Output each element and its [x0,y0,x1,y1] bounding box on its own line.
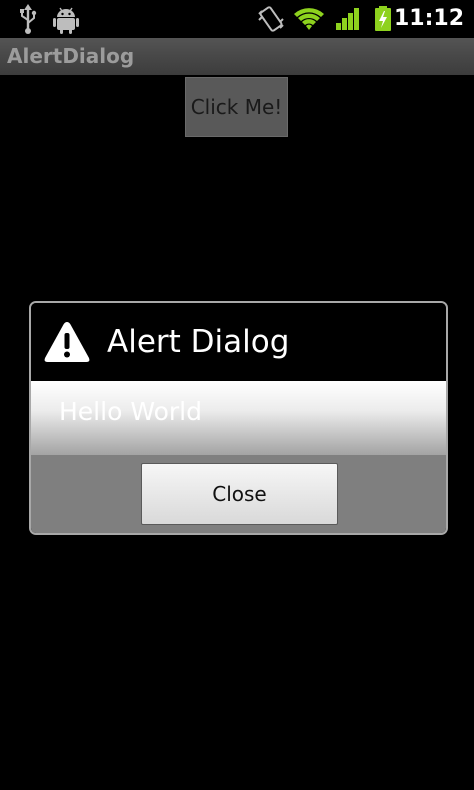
status-clock: 11:12 [393,6,464,31]
dialog-footer: Close [31,455,446,533]
dialog-header: Alert Dialog [31,303,446,381]
warning-icon [44,322,90,362]
close-button[interactable]: Close [141,463,338,525]
signal-icon [336,8,359,30]
dialog-message: Hello World [59,397,202,426]
battery-charging-icon [375,6,391,31]
dialog-body: Hello World [31,381,446,455]
status-bar: 11:12 [0,0,474,38]
alert-dialog: Alert Dialog Hello World Close [29,301,448,535]
dialog-title: Alert Dialog [107,324,290,360]
usb-icon [20,4,37,34]
vibrate-icon [258,6,284,32]
app-title: AlertDialog [7,44,135,68]
android-debug-icon [53,7,79,34]
app-title-bar: AlertDialog [0,38,474,75]
click-me-button[interactable]: Click Me! [185,77,288,137]
wifi-icon [294,8,324,30]
